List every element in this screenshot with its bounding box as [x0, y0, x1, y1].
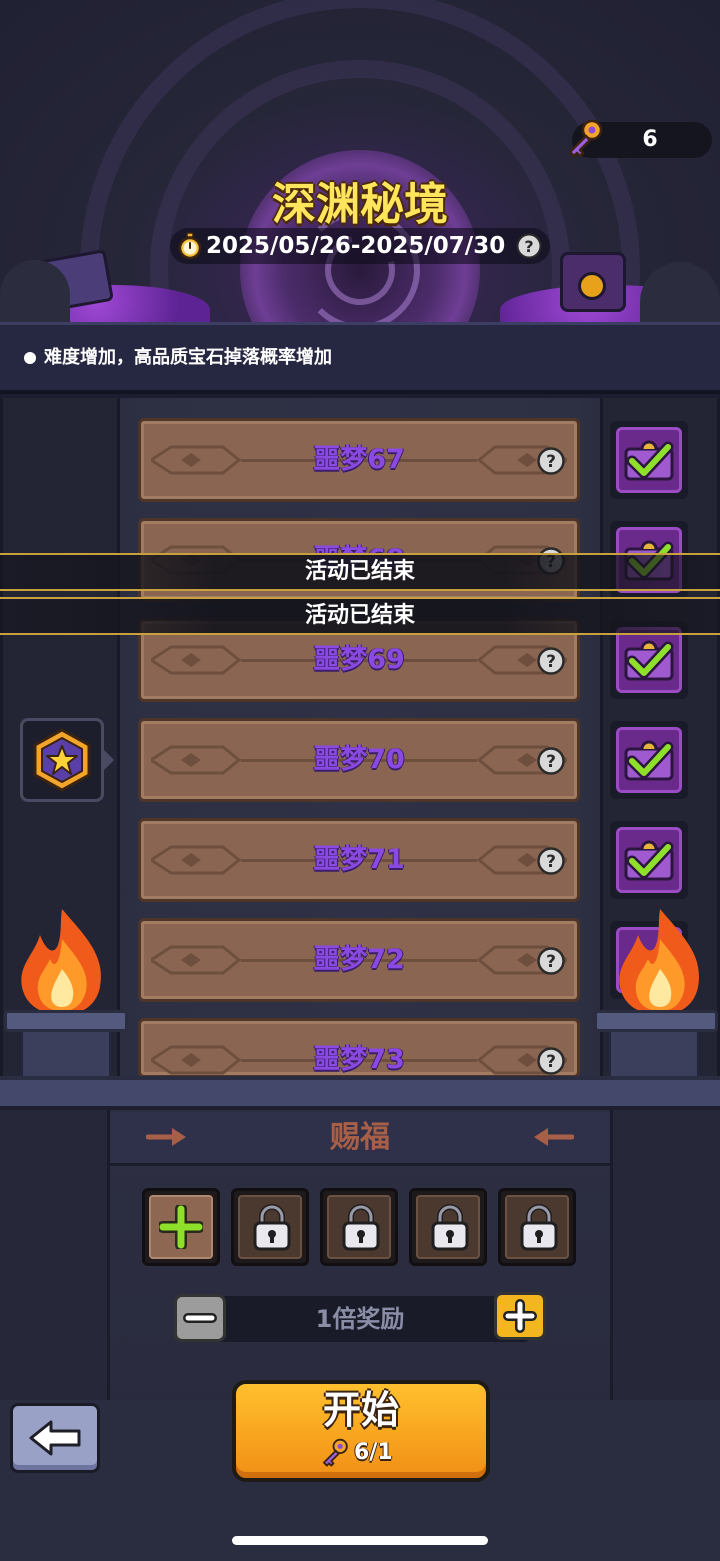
svg-text:?: ?	[546, 752, 556, 772]
brazier-bowl	[4, 1010, 128, 1032]
level-label: 噩梦71	[313, 844, 405, 875]
header-background	[0, 0, 720, 322]
level-row[interactable]: 噩梦73 ?	[138, 1018, 580, 1078]
key-icon	[568, 119, 603, 158]
svg-text:?: ?	[546, 952, 556, 972]
help-icon[interactable]: ?	[537, 647, 565, 675]
blessing-slot-locked[interactable]	[498, 1188, 576, 1266]
flame-icon	[21, 909, 102, 1015]
minus-icon	[183, 1313, 217, 1323]
stopwatch-icon	[178, 232, 202, 260]
svg-text:?: ?	[546, 652, 556, 672]
svg-text:?: ?	[524, 237, 533, 256]
lock-icon	[431, 1204, 469, 1251]
info-text: 难度增加，高品质宝石掉落概率增加	[44, 347, 332, 368]
event-ended-banner: 活动已结束	[0, 597, 720, 635]
lock-icon	[520, 1204, 558, 1251]
current-level-marker	[20, 718, 104, 802]
level-label: 噩梦73	[313, 1044, 405, 1075]
home-indicator[interactable]	[232, 1536, 488, 1545]
level-row[interactable]: 噩梦71 ?	[138, 818, 580, 902]
svg-text:?: ?	[546, 1052, 556, 1072]
blessing-slot-locked[interactable]	[320, 1188, 398, 1266]
reward-chest[interactable]	[610, 421, 688, 499]
help-icon[interactable]: ?	[537, 847, 565, 875]
help-icon[interactable]: ?	[537, 947, 565, 975]
bullet-dot	[24, 352, 36, 364]
chest-check-icon	[624, 740, 674, 781]
level-label: 噩梦72	[313, 944, 405, 975]
key-icon	[322, 1438, 348, 1467]
back-button[interactable]	[10, 1403, 100, 1473]
plus-icon	[159, 1205, 203, 1249]
level-row[interactable]: 噩梦70 ?	[138, 718, 580, 802]
brazier-stand	[20, 1032, 112, 1078]
blessing-slot-locked[interactable]	[409, 1188, 487, 1266]
stone-ledge	[0, 1076, 720, 1110]
arrow-left-icon	[29, 1420, 81, 1456]
multiplier-text: 1倍奖励	[315, 1305, 405, 1333]
lock-icon	[342, 1204, 380, 1251]
flame-icon	[619, 909, 700, 1015]
brazier-bowl	[594, 1010, 718, 1032]
help-icon[interactable]: ?	[537, 447, 565, 475]
help-icon[interactable]: ?	[537, 1047, 565, 1075]
start-cost: 6/1	[354, 1440, 393, 1465]
help-icon[interactable]: ?	[516, 233, 542, 259]
plus-icon	[503, 1299, 537, 1333]
key-count: 6	[642, 127, 658, 152]
reward-chest[interactable]	[610, 821, 688, 899]
level-row[interactable]: 噩梦67 ?	[138, 418, 580, 502]
chest-check-icon	[624, 640, 674, 681]
reward-chest[interactable]	[610, 721, 688, 799]
arrow-left-icon	[534, 1128, 574, 1146]
blessing-slot-locked[interactable]	[231, 1188, 309, 1266]
lock-icon	[253, 1204, 291, 1251]
event-ended-banner: 活动已结束	[0, 553, 720, 591]
start-label: 开始	[322, 1388, 399, 1432]
decrease-multiplier-button[interactable]	[174, 1294, 226, 1342]
level-label: 噩梦67	[313, 444, 405, 475]
date-range: 2025/05/26-2025/07/30	[206, 233, 506, 259]
marker-arrow	[102, 748, 114, 772]
level-label: 噩梦70	[313, 744, 405, 775]
blessing-slot-add[interactable]	[142, 1188, 220, 1266]
chest-check-icon	[624, 840, 674, 881]
level-row[interactable]: 噩梦72 ?	[138, 918, 580, 1002]
star-badge-icon	[33, 728, 91, 792]
help-icon[interactable]: ?	[537, 747, 565, 775]
svg-text:?: ?	[546, 452, 556, 472]
increase-multiplier-button[interactable]	[494, 1292, 546, 1340]
chest-check-icon	[624, 440, 674, 481]
page-title: 深渊秘境	[272, 179, 448, 230]
svg-text:?: ?	[546, 852, 556, 872]
brazier-stand	[608, 1032, 700, 1078]
